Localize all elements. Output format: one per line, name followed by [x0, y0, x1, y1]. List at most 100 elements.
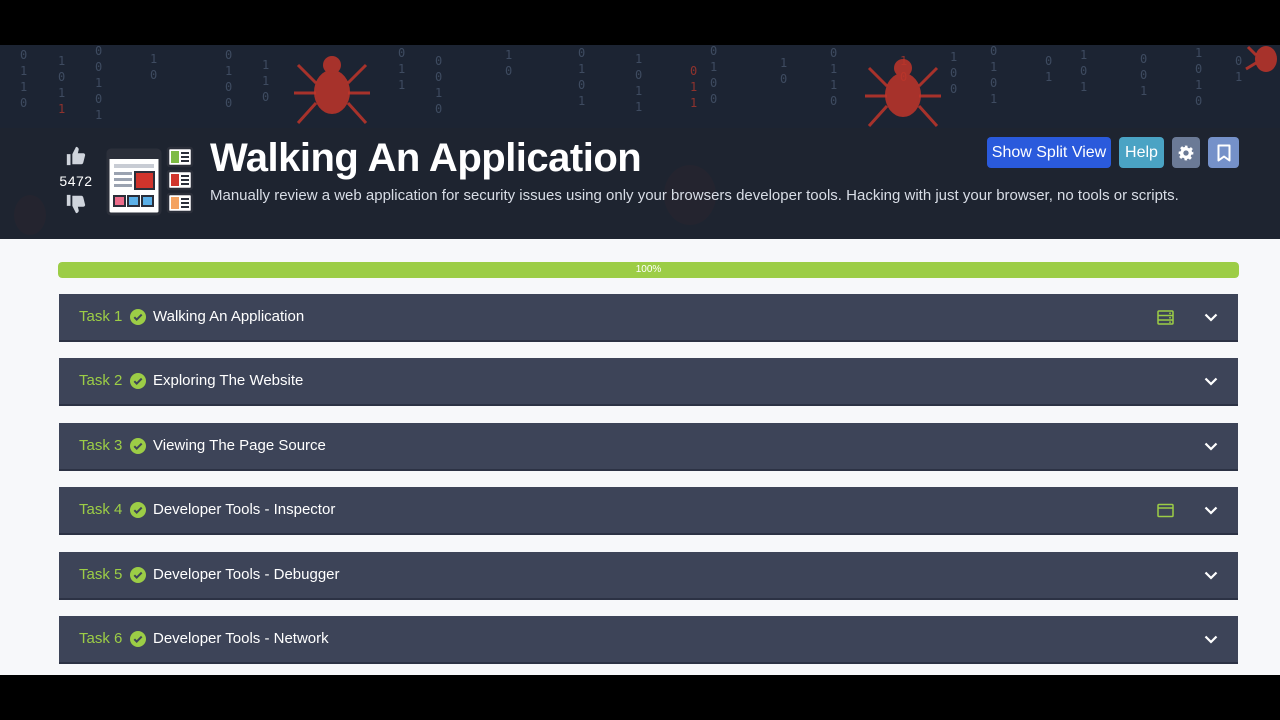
room-title: Walking An Application	[210, 136, 642, 180]
svg-text:0: 0	[1080, 64, 1087, 78]
svg-text:0: 0	[1235, 54, 1242, 68]
task-row-4[interactable]: Task 4 Developer Tools - Inspector	[59, 487, 1238, 535]
svg-text:0: 0	[20, 48, 27, 62]
task-list-area: 100% Task 1 Walking An Application Task …	[0, 239, 1280, 675]
svg-text:0: 0	[435, 54, 442, 68]
task-number: Task 4	[79, 501, 123, 518]
progress-bar: 100%	[58, 262, 1239, 278]
svg-text:1: 1	[690, 96, 697, 110]
svg-text:0: 0	[710, 76, 717, 90]
task-row-2[interactable]: Task 2 Exploring The Website	[59, 358, 1238, 406]
bookmark-button[interactable]	[1208, 137, 1239, 168]
svg-text:1: 1	[1045, 70, 1052, 84]
svg-text:0: 0	[225, 80, 232, 94]
svg-text:0: 0	[398, 46, 405, 60]
svg-text:1: 1	[1140, 84, 1147, 98]
task-title: Viewing The Page Source	[153, 437, 326, 454]
check-circle-icon	[130, 309, 146, 325]
check-circle-icon	[130, 373, 146, 389]
svg-text:0: 0	[435, 70, 442, 84]
svg-text:0: 0	[710, 45, 717, 58]
task-title: Developer Tools - Network	[153, 630, 329, 647]
progress-label: 100%	[635, 264, 662, 275]
chevron-down-icon[interactable]	[1203, 502, 1219, 518]
svg-text:1: 1	[830, 78, 837, 92]
svg-text:0: 0	[262, 90, 269, 104]
svg-text:1: 1	[58, 54, 65, 68]
task-row-6[interactable]: Task 6 Developer Tools - Network	[59, 616, 1238, 664]
svg-text:1: 1	[1195, 46, 1202, 60]
svg-text:1: 1	[95, 76, 102, 90]
task-row-5[interactable]: Task 5 Developer Tools - Debugger	[59, 552, 1238, 600]
chevron-down-icon[interactable]	[1203, 631, 1219, 647]
svg-text:1: 1	[1080, 80, 1087, 94]
svg-text:1: 1	[690, 80, 697, 94]
svg-text:1: 1	[398, 62, 405, 76]
svg-text:0: 0	[690, 64, 697, 78]
server-icon[interactable]	[1157, 309, 1174, 326]
show-split-view-button[interactable]: Show Split View	[987, 137, 1111, 168]
browser-window-icon[interactable]	[1157, 502, 1174, 519]
svg-text:1: 1	[578, 94, 585, 108]
help-button[interactable]: Help	[1119, 137, 1164, 168]
svg-text:0: 0	[950, 82, 957, 96]
svg-text:1: 1	[1080, 48, 1087, 62]
svg-text:0: 0	[95, 60, 102, 74]
task-title: Developer Tools - Inspector	[153, 501, 336, 518]
svg-text:1: 1	[398, 78, 405, 92]
thumbs-up-icon[interactable]	[65, 145, 87, 167]
svg-text:1: 1	[990, 60, 997, 74]
svg-text:0: 0	[150, 68, 157, 82]
svg-text:1: 1	[262, 58, 269, 72]
task-title: Developer Tools - Debugger	[153, 566, 340, 583]
check-circle-icon	[130, 438, 146, 454]
svg-text:0: 0	[710, 92, 717, 106]
svg-text:0: 0	[1140, 52, 1147, 66]
svg-text:1: 1	[58, 86, 65, 100]
svg-text:1: 1	[505, 48, 512, 62]
svg-text:1: 1	[1195, 78, 1202, 92]
task-row-1[interactable]: Task 1 Walking An Application	[59, 294, 1238, 342]
svg-text:0: 0	[990, 76, 997, 90]
svg-text:1: 1	[635, 100, 642, 114]
video-letterbox-bottom	[0, 675, 1280, 720]
svg-text:1: 1	[780, 56, 787, 70]
svg-text:0: 0	[95, 92, 102, 106]
svg-text:1: 1	[635, 52, 642, 66]
settings-button[interactable]	[1172, 137, 1200, 168]
check-circle-icon	[130, 567, 146, 583]
svg-text:0: 0	[95, 45, 102, 58]
svg-text:1: 1	[58, 102, 65, 116]
svg-text:0: 0	[1140, 68, 1147, 82]
svg-text:0: 0	[1195, 62, 1202, 76]
svg-text:1: 1	[20, 64, 27, 78]
vote-widget: 5472	[56, 145, 96, 215]
svg-text:0: 0	[635, 68, 642, 82]
svg-text:1: 1	[1235, 70, 1242, 84]
chevron-down-icon[interactable]	[1203, 309, 1219, 325]
svg-text:0: 0	[578, 78, 585, 92]
chevron-down-icon[interactable]	[1203, 567, 1219, 583]
check-circle-icon	[130, 631, 146, 647]
svg-text:1: 1	[20, 80, 27, 94]
chevron-down-icon[interactable]	[1203, 373, 1219, 389]
vote-count: 5472	[59, 173, 93, 189]
video-letterbox-top	[0, 0, 1280, 45]
svg-text:1: 1	[435, 86, 442, 100]
svg-text:1: 1	[262, 74, 269, 88]
chevron-down-icon[interactable]	[1203, 438, 1219, 454]
task-title: Walking An Application	[153, 308, 305, 325]
svg-text:0: 0	[1195, 94, 1202, 108]
svg-text:1: 1	[830, 62, 837, 76]
thumbs-down-icon[interactable]	[65, 193, 87, 215]
svg-text:0: 0	[950, 66, 957, 80]
check-circle-icon	[130, 502, 146, 518]
svg-text:1: 1	[990, 92, 997, 106]
svg-text:0: 0	[58, 70, 65, 84]
svg-text:0: 0	[435, 102, 442, 116]
room-logo-icon	[106, 146, 194, 216]
task-row-3[interactable]: Task 3 Viewing The Page Source	[59, 423, 1238, 471]
task-number: Task 2	[79, 372, 123, 389]
bookmark-icon	[1217, 144, 1230, 161]
svg-text:0: 0	[830, 46, 837, 60]
